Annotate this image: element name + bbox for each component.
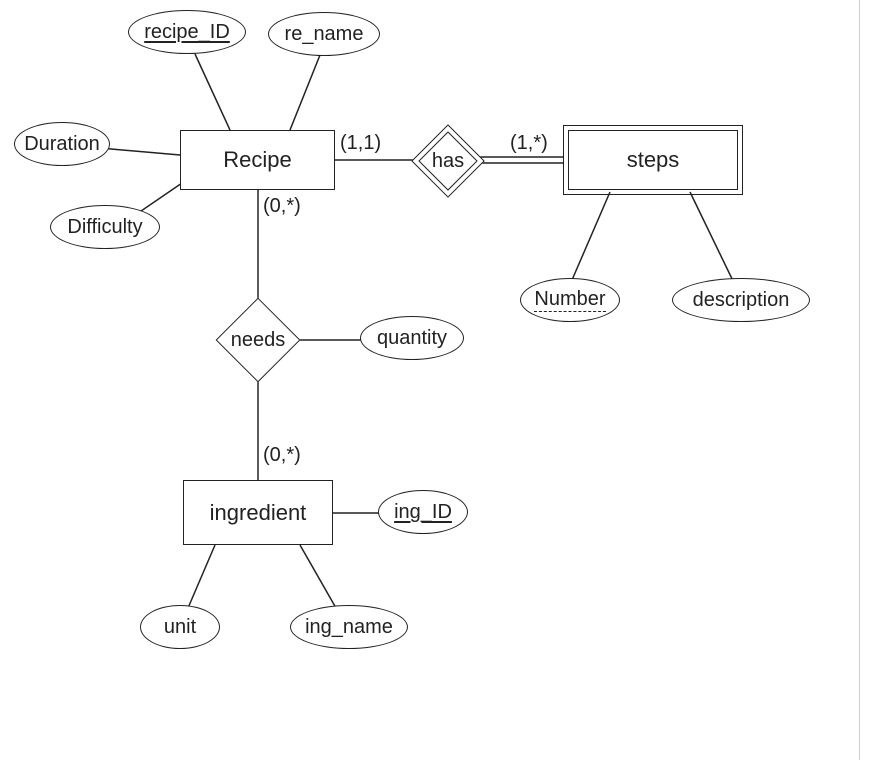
attr-steps-number: Number xyxy=(520,278,620,322)
page-edge-rule xyxy=(859,0,860,760)
attr-needs-quantity: quantity xyxy=(360,316,464,360)
card-recipe-has: (1,1) xyxy=(340,132,381,155)
entity-recipe: Recipe xyxy=(180,130,335,190)
attr-steps-description: description xyxy=(672,278,810,322)
entity-steps: steps xyxy=(568,130,738,190)
card-recipe-needs: (0,*) xyxy=(263,195,301,218)
attr-duration: Duration xyxy=(14,122,110,166)
attr-ing-id: ing_ID xyxy=(378,490,468,534)
attr-difficulty: Difficulty xyxy=(50,205,160,249)
entity-ingredient: ingredient xyxy=(183,480,333,545)
relationship-needs: needs xyxy=(213,295,303,385)
connector-lines xyxy=(0,0,870,768)
attr-re-name: re_name xyxy=(268,12,380,56)
attr-ing-name: ing_name xyxy=(290,605,408,649)
card-ingredient-needs: (0,*) xyxy=(263,444,301,467)
relationship-has: has xyxy=(413,126,483,196)
er-diagram-canvas: Recipe recipe_ID re_name Duration Diffic… xyxy=(0,0,870,768)
attr-ing-unit: unit xyxy=(140,605,220,649)
attr-recipe-id: recipe_ID xyxy=(128,10,246,54)
card-steps-has: (1,*) xyxy=(510,132,548,155)
